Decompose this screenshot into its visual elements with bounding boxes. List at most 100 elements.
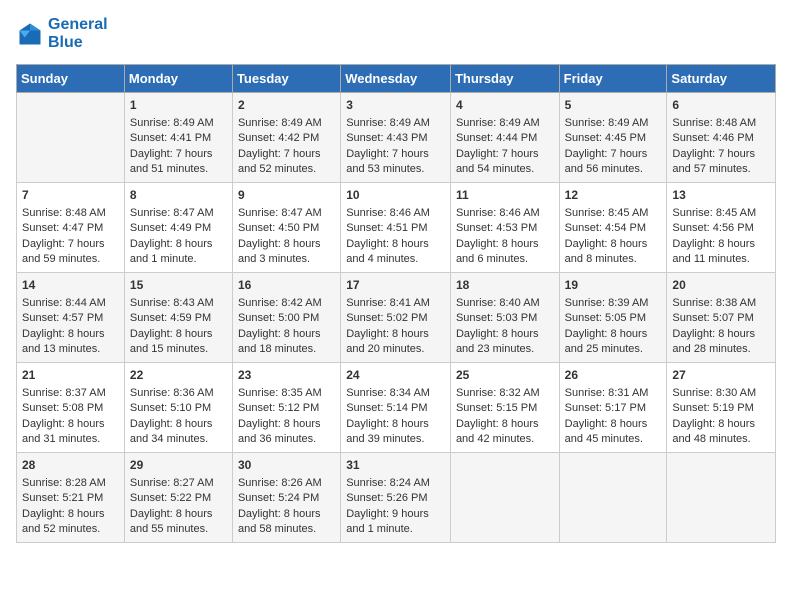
cell-info-line: Daylight: 8 hours (346, 237, 445, 252)
cell-info-line: Sunset: 4:53 PM (456, 221, 554, 236)
cell-info-line: Sunrise: 8:38 AM (672, 296, 770, 311)
calendar-cell: 17Sunrise: 8:41 AMSunset: 5:02 PMDayligh… (341, 273, 451, 363)
cell-info-line: Sunrise: 8:49 AM (565, 116, 662, 131)
cell-info-line: Sunset: 5:05 PM (565, 311, 662, 326)
calendar-cell: 13Sunrise: 8:45 AMSunset: 4:56 PMDayligh… (667, 183, 776, 273)
day-number: 16 (238, 277, 335, 294)
cell-info-line: Sunset: 4:43 PM (346, 131, 445, 146)
calendar-cell (17, 93, 125, 183)
calendar-cell: 9Sunrise: 8:47 AMSunset: 4:50 PMDaylight… (232, 183, 340, 273)
calendar-cell: 16Sunrise: 8:42 AMSunset: 5:00 PMDayligh… (232, 273, 340, 363)
day-number: 8 (130, 187, 227, 204)
cell-info-line: and 57 minutes. (672, 162, 770, 177)
cell-info-line: and 48 minutes. (672, 432, 770, 447)
cell-info-line: Daylight: 8 hours (456, 417, 554, 432)
cell-info-line: and 3 minutes. (238, 252, 335, 267)
day-number: 12 (565, 187, 662, 204)
cell-info-line: and 20 minutes. (346, 342, 445, 357)
cell-info-line: Daylight: 8 hours (565, 327, 662, 342)
cell-info-line: Sunset: 5:15 PM (456, 401, 554, 416)
day-number: 6 (672, 97, 770, 114)
cell-info-line: Sunrise: 8:35 AM (238, 386, 335, 401)
calendar-cell: 10Sunrise: 8:46 AMSunset: 4:51 PMDayligh… (341, 183, 451, 273)
cell-info-line: Sunset: 5:19 PM (672, 401, 770, 416)
cell-info-line: Daylight: 8 hours (456, 237, 554, 252)
cell-info-line: Sunset: 5:03 PM (456, 311, 554, 326)
cell-info-line: and 1 minute. (346, 522, 445, 537)
day-header-thursday: Thursday (450, 65, 559, 93)
calendar-cell: 4Sunrise: 8:49 AMSunset: 4:44 PMDaylight… (450, 93, 559, 183)
cell-info-line: Sunrise: 8:49 AM (346, 116, 445, 131)
cell-info-line: Sunset: 4:46 PM (672, 131, 770, 146)
cell-info-line: Sunrise: 8:45 AM (672, 206, 770, 221)
cell-info-line: Sunrise: 8:44 AM (22, 296, 119, 311)
day-number: 30 (238, 457, 335, 474)
cell-info-line: Sunset: 5:02 PM (346, 311, 445, 326)
day-number: 27 (672, 367, 770, 384)
cell-info-line: and 58 minutes. (238, 522, 335, 537)
cell-info-line: Sunset: 5:22 PM (130, 491, 227, 506)
calendar-cell: 31Sunrise: 8:24 AMSunset: 5:26 PMDayligh… (341, 453, 451, 543)
cell-info-line: Sunrise: 8:32 AM (456, 386, 554, 401)
day-number: 5 (565, 97, 662, 114)
cell-info-line: Sunrise: 8:49 AM (456, 116, 554, 131)
calendar-cell: 28Sunrise: 8:28 AMSunset: 5:21 PMDayligh… (17, 453, 125, 543)
cell-info-line: Daylight: 7 hours (22, 237, 119, 252)
page-header: General Blue (16, 16, 776, 52)
cell-info-line: Daylight: 8 hours (130, 417, 227, 432)
logo-icon (16, 20, 44, 48)
cell-info-line: Sunset: 5:24 PM (238, 491, 335, 506)
cell-info-line: Sunset: 4:44 PM (456, 131, 554, 146)
day-number: 9 (238, 187, 335, 204)
cell-info-line: Sunset: 4:57 PM (22, 311, 119, 326)
cell-info-line: and 51 minutes. (130, 162, 227, 177)
cell-info-line: Daylight: 7 hours (238, 147, 335, 162)
cell-info-line: Daylight: 7 hours (565, 147, 662, 162)
cell-info-line: Sunrise: 8:49 AM (238, 116, 335, 131)
calendar-cell: 20Sunrise: 8:38 AMSunset: 5:07 PMDayligh… (667, 273, 776, 363)
calendar-cell: 21Sunrise: 8:37 AMSunset: 5:08 PMDayligh… (17, 363, 125, 453)
cell-info-line: and 31 minutes. (22, 432, 119, 447)
calendar-cell: 27Sunrise: 8:30 AMSunset: 5:19 PMDayligh… (667, 363, 776, 453)
cell-info-line: Sunset: 5:08 PM (22, 401, 119, 416)
day-number: 10 (346, 187, 445, 204)
day-number: 14 (22, 277, 119, 294)
cell-info-line: Sunrise: 8:48 AM (22, 206, 119, 221)
cell-info-line: Sunset: 5:26 PM (346, 491, 445, 506)
cell-info-line: Daylight: 7 hours (130, 147, 227, 162)
cell-info-line: Sunrise: 8:47 AM (130, 206, 227, 221)
cell-info-line: Sunset: 4:50 PM (238, 221, 335, 236)
week-row-3: 14 Sunrise: 8:44 AMSunset: 4:57 PM Dayligh… (17, 273, 776, 363)
cell-info-line: Sunrise: 8:27 AM (130, 476, 227, 491)
cell-info-line: Daylight: 8 hours (22, 507, 119, 522)
cell-info-line: Sunset: 5:14 PM (346, 401, 445, 416)
cell-info-line: Sunrise: 8:28 AM (22, 476, 119, 491)
calendar-cell: 25Sunrise: 8:32 AMSunset: 5:15 PMDayligh… (450, 363, 559, 453)
calendar-cell: 24Sunrise: 8:34 AMSunset: 5:14 PMDayligh… (341, 363, 451, 453)
day-number: 22 (130, 367, 227, 384)
cell-info-line: Sunset: 5:07 PM (672, 311, 770, 326)
cell-info-line: Sunset: 4:56 PM (672, 221, 770, 236)
cell-info-line: and 39 minutes. (346, 432, 445, 447)
calendar-cell: 15Sunrise: 8:43 AMSunset: 4:59 PMDayligh… (124, 273, 232, 363)
cell-info-line: Sunrise: 8:37 AM (22, 386, 119, 401)
cell-info-line: Daylight: 8 hours (238, 237, 335, 252)
cell-info-line: Daylight: 8 hours (346, 417, 445, 432)
cell-info-line: Daylight: 8 hours (456, 327, 554, 342)
cell-info-line: Sunset: 4:45 PM (565, 131, 662, 146)
cell-info-line: Sunset: 5:10 PM (130, 401, 227, 416)
calendar-cell: 6Sunrise: 8:48 AMSunset: 4:46 PMDaylight… (667, 93, 776, 183)
cell-info-line: Sunrise: 8:24 AM (346, 476, 445, 491)
cell-info-line: and 52 minutes. (238, 162, 335, 177)
cell-info-line: Sunrise: 8:39 AM (565, 296, 662, 311)
cell-info-line: Daylight: 8 hours (672, 417, 770, 432)
calendar-cell: 1Sunrise: 8:49 AMSunset: 4:41 PMDaylight… (124, 93, 232, 183)
cell-info-line: and 59 minutes. (22, 252, 119, 267)
day-number: 11 (456, 187, 554, 204)
cell-info-line: Sunset: 4:47 PM (22, 221, 119, 236)
cell-info-line: Sunset: 4:42 PM (238, 131, 335, 146)
calendar-cell (559, 453, 667, 543)
cell-info-line: and 4 minutes. (346, 252, 445, 267)
cell-info-line: and 25 minutes. (565, 342, 662, 357)
cell-info-line: and 6 minutes. (456, 252, 554, 267)
